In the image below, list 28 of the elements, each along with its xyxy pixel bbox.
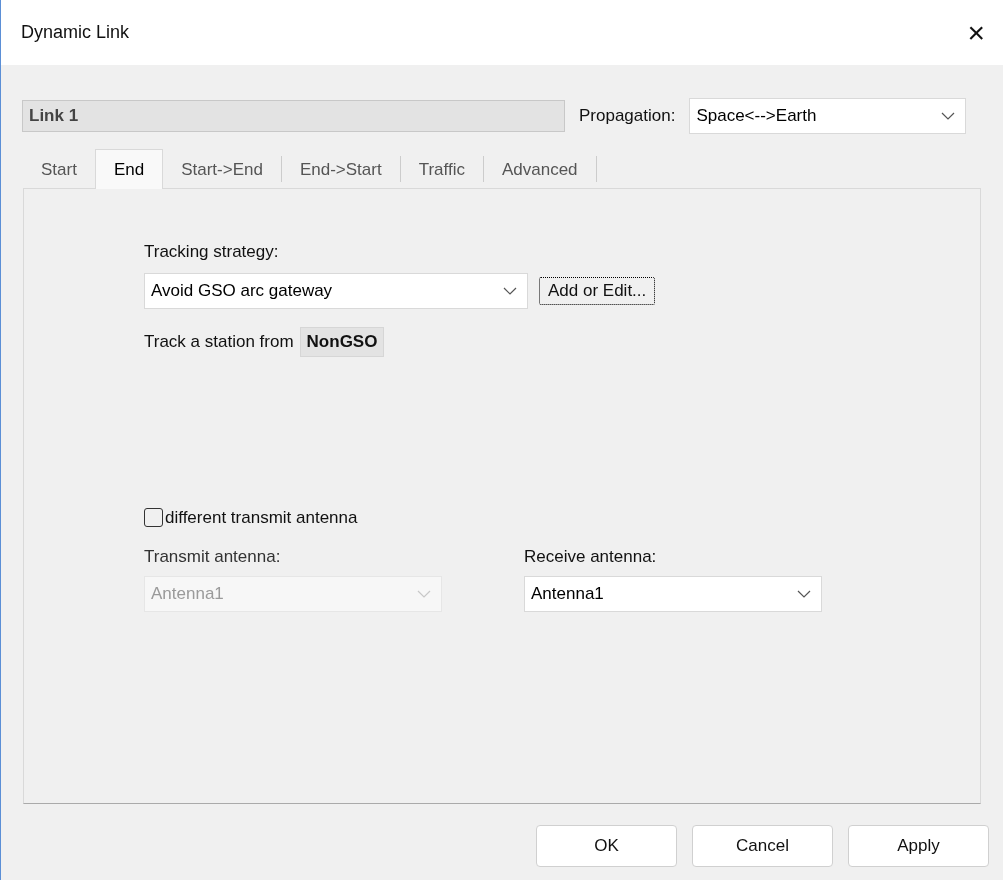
close-button[interactable]: × — [967, 17, 985, 48]
dialog-button[interactable]: Apply — [848, 825, 989, 867]
checkbox-label: different transmit antenna — [165, 506, 358, 529]
tab[interactable]: Advanced — [483, 148, 596, 188]
chevron-down-icon — [503, 286, 517, 295]
dialog-button[interactable]: Cancel — [692, 825, 833, 867]
tab[interactable]: End — [94, 149, 164, 189]
chevron-down-icon — [797, 589, 811, 598]
add-edit-button[interactable]: Add or Edit... — [539, 276, 656, 305]
chevron-down-icon — [941, 112, 956, 120]
tab[interactable]: Start->End — [163, 148, 281, 188]
propagation-label: Propagation: — [579, 105, 676, 128]
chevron-down-icon — [417, 589, 431, 598]
track-from-label: Track a station from — [144, 330, 294, 353]
dialog-button[interactable]: OK — [536, 825, 677, 867]
station-value: NonGSO — [299, 326, 385, 357]
receive-dropdown[interactable]: Antenna1 — [524, 575, 822, 612]
receive-label: Receive antenna: — [524, 546, 658, 568]
tab[interactable]: Traffic — [400, 148, 483, 188]
link-name-field[interactable]: Link 1 — [22, 100, 565, 132]
tracking-label: Tracking strategy: — [144, 241, 280, 263]
tab[interactable]: End->Start — [281, 148, 400, 188]
tracking-dropdown[interactable]: Avoid GSO arc gateway — [144, 272, 528, 309]
propagation-dropdown[interactable]: Space<-->Earth — [689, 98, 967, 134]
checkbox[interactable] — [144, 507, 163, 527]
window-title: Dynamic Link — [21, 21, 130, 44]
tab[interactable]: Start — [23, 148, 95, 188]
transmit-label: Transmit antenna: — [144, 546, 282, 568]
